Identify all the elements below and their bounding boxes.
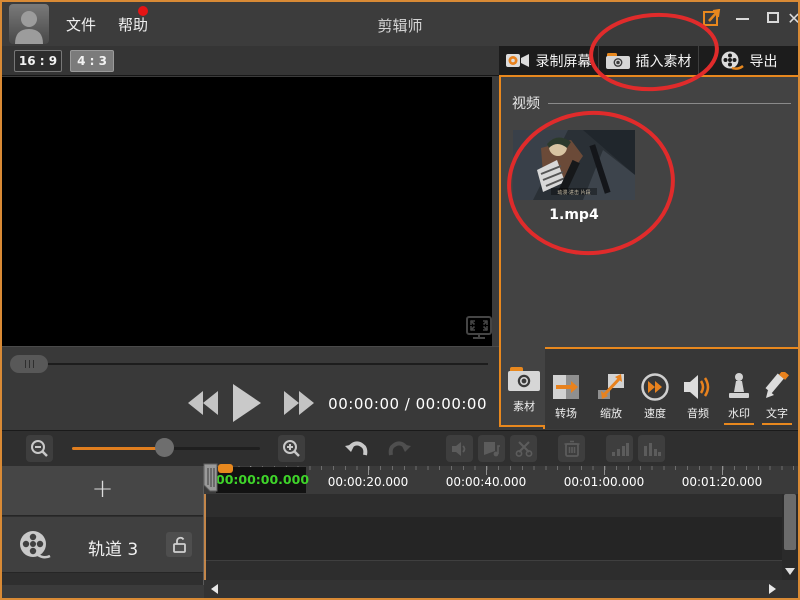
track-lane[interactable] bbox=[204, 517, 782, 561]
edit-toolbar bbox=[2, 430, 798, 466]
seek-handle[interactable] bbox=[10, 355, 48, 373]
material-folder-icon bbox=[502, 365, 546, 397]
section-divider bbox=[548, 103, 791, 104]
timeline-zoom-handle[interactable] bbox=[155, 438, 174, 457]
player-controls: 00:00:00 / 00:00:00 bbox=[2, 346, 499, 430]
feedback-icon[interactable] bbox=[703, 8, 721, 27]
playhead-handle[interactable] bbox=[202, 463, 236, 495]
record-screen-button[interactable]: 录制屏幕 bbox=[499, 46, 599, 75]
unlock-icon bbox=[173, 536, 186, 553]
title-bar: 文件 帮助 剪辑师 ✕ bbox=[2, 2, 798, 46]
horizontal-scrollbar[interactable] bbox=[204, 580, 798, 598]
aspect-16-9-button[interactable]: 16 : 9 bbox=[14, 50, 62, 72]
ruler-label-80s: 00:01:20.000 bbox=[681, 475, 763, 489]
video-preview bbox=[2, 77, 492, 346]
tool-watermark-label: 水印 bbox=[728, 407, 750, 420]
scroll-down-arrow-icon[interactable] bbox=[785, 568, 795, 575]
export-icon bbox=[721, 51, 744, 70]
tool-speed[interactable]: 速度 bbox=[633, 372, 677, 421]
record-screen-icon bbox=[505, 54, 529, 67]
video-editor-window: 文件 帮助 剪辑师 ✕ 16 : 9 4 : 3 00:00:00 / 00:0… bbox=[0, 0, 800, 600]
video-thumbnail[interactable]: 动漫·进击 片段 bbox=[513, 130, 635, 200]
tool-scale-label: 缩放 bbox=[600, 407, 622, 420]
zoom-in-icon bbox=[282, 439, 300, 457]
redo-button[interactable] bbox=[386, 435, 413, 462]
transition-icon bbox=[544, 372, 588, 404]
text-pencil-icon bbox=[755, 370, 798, 404]
tool-text[interactable]: 文字 bbox=[755, 370, 798, 425]
scroll-left-arrow-icon[interactable] bbox=[211, 584, 218, 594]
insert-material-label: 插入素材 bbox=[635, 53, 692, 70]
fast-forward-button[interactable] bbox=[284, 391, 314, 419]
tool-material-label: 素材 bbox=[513, 400, 535, 413]
trash-icon bbox=[564, 440, 579, 457]
material-panel: 视频 动漫·进击 片段 1.mp4 素材 转场 缩放 速度 音频 水印 文字 bbox=[499, 75, 798, 429]
time-display: 00:00:00 / 00:00:00 bbox=[328, 395, 487, 413]
playhead-line[interactable] bbox=[204, 494, 206, 580]
aspect-ratio-row: 16 : 9 4 : 3 bbox=[2, 46, 499, 76]
ruler-label-60s: 00:01:00.000 bbox=[563, 475, 645, 489]
scale-icon bbox=[589, 372, 633, 404]
lock-track-button[interactable] bbox=[166, 532, 192, 557]
video-section-title: 视频 bbox=[512, 96, 540, 112]
zoom-in-button[interactable] bbox=[278, 435, 305, 462]
speed-icon bbox=[633, 372, 677, 404]
detach-audio-button[interactable] bbox=[478, 435, 505, 462]
ruler-label-20s: 00:00:20.000 bbox=[327, 475, 409, 489]
window-title: 剪辑师 bbox=[377, 17, 423, 35]
zoom-out-button[interactable] bbox=[26, 435, 53, 462]
undo-button[interactable] bbox=[342, 435, 369, 462]
vertical-scrollbar-thumb[interactable] bbox=[784, 494, 796, 550]
close-button[interactable]: ✕ bbox=[781, 8, 798, 30]
scroll-right-arrow-icon[interactable] bbox=[769, 584, 776, 594]
track-row[interactable]: 轨道 3 bbox=[2, 517, 203, 573]
cut-clip-button[interactable] bbox=[510, 435, 537, 462]
tool-scale[interactable]: 缩放 bbox=[589, 372, 633, 421]
svg-text:动漫·进击 片段: 动漫·进击 片段 bbox=[557, 189, 590, 196]
redo-icon bbox=[388, 441, 411, 455]
aspect-4-3-button[interactable]: 4 : 3 bbox=[70, 50, 114, 72]
fullscreen-icon[interactable] bbox=[464, 315, 494, 345]
tool-material[interactable]: 素材 bbox=[502, 365, 546, 414]
audio-icon bbox=[676, 372, 720, 404]
seek-bar[interactable] bbox=[16, 363, 488, 365]
fade-in-icon bbox=[611, 442, 629, 456]
action-tab-bar: 录制屏幕 插入素材 导出 bbox=[499, 46, 798, 75]
track-header-panel: + 轨道 3 bbox=[2, 466, 204, 585]
delete-clip-button[interactable] bbox=[558, 435, 585, 462]
mute-clip-button[interactable] bbox=[446, 435, 473, 462]
tool-text-label: 文字 bbox=[766, 407, 788, 420]
fade-in-button[interactable] bbox=[606, 435, 633, 462]
timeline-zoom-slider-track[interactable] bbox=[166, 447, 260, 450]
timeline-ruler[interactable]: 00:00:00.000 00:00:20.000 00:00:40.000 0… bbox=[204, 466, 798, 494]
film-reel-icon bbox=[20, 531, 51, 559]
fade-out-icon bbox=[643, 442, 661, 456]
zoom-out-icon bbox=[30, 439, 48, 457]
record-screen-label: 录制屏幕 bbox=[535, 53, 592, 70]
rewind-button[interactable] bbox=[188, 391, 218, 419]
fade-out-button[interactable] bbox=[638, 435, 665, 462]
insert-material-button[interactable]: 插入素材 bbox=[599, 46, 699, 75]
scissors-icon bbox=[515, 441, 532, 457]
tool-audio-label: 音频 bbox=[687, 407, 709, 420]
ruler-label-40s: 00:00:40.000 bbox=[445, 475, 527, 489]
tool-audio[interactable]: 音频 bbox=[676, 372, 720, 421]
export-label: 导出 bbox=[749, 53, 778, 70]
track-label: 轨道 3 bbox=[88, 540, 139, 560]
undo-icon bbox=[344, 441, 367, 455]
play-button[interactable] bbox=[233, 384, 261, 426]
tool-transition-label: 转场 bbox=[555, 407, 577, 420]
volume-icon bbox=[451, 441, 465, 456]
add-track-button[interactable]: + bbox=[2, 466, 203, 516]
export-button[interactable]: 导出 bbox=[699, 46, 798, 75]
audio-detach-icon bbox=[483, 441, 500, 456]
vertical-scrollbar[interactable] bbox=[782, 494, 798, 580]
minimize-button[interactable] bbox=[729, 8, 755, 30]
insert-material-icon bbox=[605, 52, 630, 69]
tool-transition[interactable]: 转场 bbox=[544, 372, 588, 421]
timeline-zoom-slider[interactable] bbox=[72, 447, 166, 450]
tool-speed-label: 速度 bbox=[644, 407, 666, 420]
timeline-area[interactable] bbox=[204, 494, 798, 580]
video-thumbnail-name: 1.mp4 bbox=[549, 207, 599, 223]
